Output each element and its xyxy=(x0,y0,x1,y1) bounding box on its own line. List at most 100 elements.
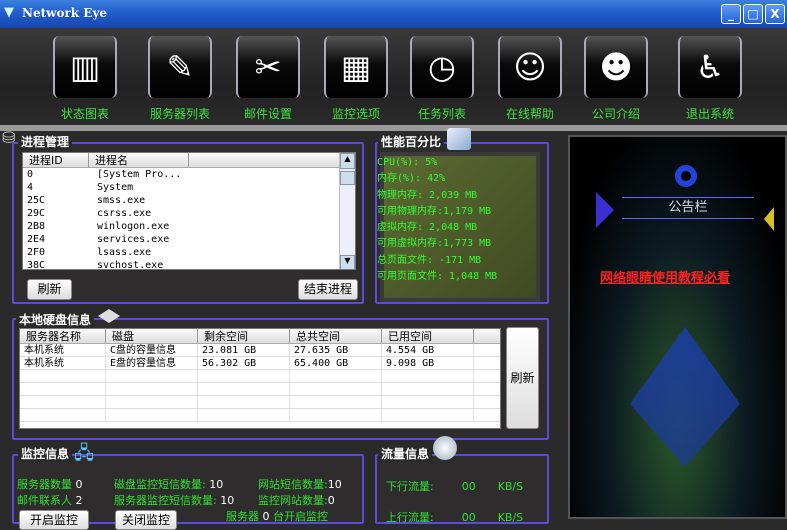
users-icon: ☺ xyxy=(498,36,562,98)
close-button[interactable]: X xyxy=(765,4,785,24)
process-icon: ⛁ xyxy=(2,128,16,147)
table-row[interactable] xyxy=(20,396,500,409)
download-rate: 下行流量: 00 KB/S xyxy=(386,480,524,493)
performance-line: 内存(%): 42% xyxy=(377,173,446,185)
table-row[interactable]: 2E4 services.exe xyxy=(23,233,355,246)
monitor-title: 监控信息 xyxy=(18,445,73,462)
servers-monitoring-stat: 服务器 0 台开启监控 xyxy=(226,510,328,523)
process-name: winlogon.exe xyxy=(97,221,170,232)
performance-line: CPU(%): 5% xyxy=(377,157,438,168)
column-header[interactable]: 进程名 xyxy=(89,153,189,167)
disk-cell: 9.098 GB xyxy=(382,357,474,369)
globe-icon xyxy=(433,436,457,460)
column-header[interactable]: 总共空间 xyxy=(290,329,382,343)
process-name: svchost.exe xyxy=(97,260,164,270)
disk-cell: E盘的容量信息 xyxy=(106,357,198,369)
toolbar-button-2[interactable]: ✂ 邮件设置 xyxy=(233,36,303,124)
end-process-button[interactable]: 结束进程 xyxy=(298,279,358,300)
drafting-tools-icon: ✎ xyxy=(148,36,212,98)
toolbar-button-4[interactable]: ◷ 任务列表 xyxy=(407,36,477,124)
app-eye-icon: ▼ xyxy=(4,5,14,20)
server-count-stat: 服务器数量 0 xyxy=(17,478,83,491)
process-name: services.exe xyxy=(97,234,170,245)
process-refresh-button[interactable]: 刷新 xyxy=(27,279,72,300)
performance-line: 可用虚拟内存:1,773 MB xyxy=(377,238,492,250)
disk-cell: 本机系统 xyxy=(20,357,106,369)
process-id: 2F0 xyxy=(27,247,46,258)
clock-icon: ◷ xyxy=(410,36,474,98)
exit-runner-icon: ♿ xyxy=(678,36,742,98)
notepad-icon xyxy=(447,128,471,150)
table-row[interactable]: 0 [System Pro... xyxy=(23,168,355,181)
disk-sms-stat: 磁盘监控短信数量: 10 xyxy=(114,478,224,491)
minimize-button[interactable]: _ xyxy=(721,4,741,24)
scrollbar[interactable]: ▲ ▼ xyxy=(339,153,355,269)
table-row[interactable]: 本机系统 E盘的容量信息 56.302 GB 65.400 GB 9.098 GB xyxy=(20,357,500,370)
disk-cell: 本机系统 xyxy=(20,344,106,356)
ring-icon xyxy=(675,165,697,187)
toolbar-button-0[interactable]: ▥ 状态图表 xyxy=(50,36,120,124)
table-row[interactable] xyxy=(20,370,500,383)
process-list[interactable]: 进程ID 进程名 0 [System Pro... 4 System 25C smss.ex… xyxy=(22,152,356,270)
toolbar-label: 状态图表 xyxy=(60,107,109,121)
process-id: 0 xyxy=(27,169,34,180)
site-count-stat: 监控网站数量:0 xyxy=(258,494,335,507)
toolbar-button-1[interactable]: ✎ 服务器列表 xyxy=(145,36,215,124)
table-row[interactable]: 25C smss.exe xyxy=(23,194,355,207)
process-id: 4 xyxy=(27,182,34,193)
process-name: smss.exe xyxy=(97,195,146,206)
stop-monitor-button[interactable]: 关闭监控 xyxy=(115,510,177,530)
tutorial-link[interactable]: 网络眼睛使用教程必看 xyxy=(600,267,730,286)
table-row[interactable]: 38C svchost.exe xyxy=(23,259,355,270)
table-row[interactable] xyxy=(20,409,500,422)
column-header[interactable]: 剩余空间 xyxy=(198,329,290,343)
toolbar-button-6[interactable]: ☻ 公司介绍 xyxy=(581,36,651,124)
process-id: 38C xyxy=(27,260,46,270)
server-sms-stat: 服务器监控短信数量: 10 xyxy=(114,494,235,507)
start-monitor-button[interactable]: 开启监控 xyxy=(19,510,89,530)
column-header[interactable]: 进程ID xyxy=(23,153,89,167)
upload-rate: 上行流量: 00 KB/S xyxy=(386,511,524,524)
process-title: 进程管理 xyxy=(18,133,73,150)
disk-cell: 56.302 GB xyxy=(198,357,290,369)
table-row[interactable] xyxy=(20,383,500,396)
table-row[interactable]: 2B8 winlogon.exe xyxy=(23,220,355,233)
notice-title: 公告栏 xyxy=(622,197,754,219)
toolbar-label: 监控选项 xyxy=(331,107,380,121)
disk-cell: 23.081 GB xyxy=(198,344,290,356)
toolbar-button-3[interactable]: ▦ 监控选项 xyxy=(321,36,391,124)
table-row[interactable]: 2F0 lsass.exe xyxy=(23,246,355,259)
process-name: lsass.exe xyxy=(97,247,152,258)
column-header[interactable]: 磁盘 xyxy=(106,329,198,343)
site-sms-stat: 网站短信数量:10 xyxy=(258,478,342,491)
disk-cell: C盘的容量信息 xyxy=(106,344,198,356)
traffic-title: 流量信息 xyxy=(378,445,433,462)
table-row[interactable]: 本机系统 C盘的容量信息 23.081 GB 27.635 GB 4.554 GB xyxy=(20,344,500,357)
toolbar-button-5[interactable]: ☺ 在线帮助 xyxy=(495,36,565,124)
right-arrow-icon xyxy=(764,207,774,231)
toolbar-label: 公司介绍 xyxy=(591,107,640,121)
performance-title: 性能百分比 xyxy=(378,133,445,150)
process-id: 25C xyxy=(27,195,46,206)
disk-list[interactable]: 服务器名称 磁盘 剩余空间 总共空间 已用空间 本机系统 C盘的容量信息 23.081 GB… xyxy=(19,328,501,429)
performance-stats: CPU(%): 5% 内存(%): 42% 物理内存: 2,039 MB 可用物理内存… xyxy=(377,155,497,285)
column-header[interactable]: 服务器名称 xyxy=(20,329,106,343)
network-computers-icon: 🖧 xyxy=(74,443,95,464)
toolbar-label: 在线帮助 xyxy=(505,107,554,121)
maximize-button[interactable]: □ xyxy=(743,4,763,24)
bar-chart-icon: ▥ xyxy=(53,36,117,98)
process-id: 2E4 xyxy=(27,234,46,245)
process-name: csrss.exe xyxy=(97,208,152,219)
toolbar-button-7[interactable]: ♿ 退出系统 xyxy=(675,36,745,124)
left-arrow-icon xyxy=(596,192,614,228)
table-row[interactable]: 4 System xyxy=(23,181,355,194)
toolbar-label: 任务列表 xyxy=(417,107,466,121)
disk-cell: 4.554 GB xyxy=(382,344,474,356)
column-header[interactable]: 已用空间 xyxy=(382,329,474,343)
disk-refresh-button[interactable]: 刷新 xyxy=(506,327,539,429)
notice-board: 公告栏 网络眼睛使用教程必看 xyxy=(568,135,787,519)
table-row[interactable]: 29C csrss.exe xyxy=(23,207,355,220)
process-name: System xyxy=(97,182,134,193)
shield-emblem xyxy=(630,327,740,467)
performance-line: 可用物理内存:1,179 MB xyxy=(377,205,492,217)
